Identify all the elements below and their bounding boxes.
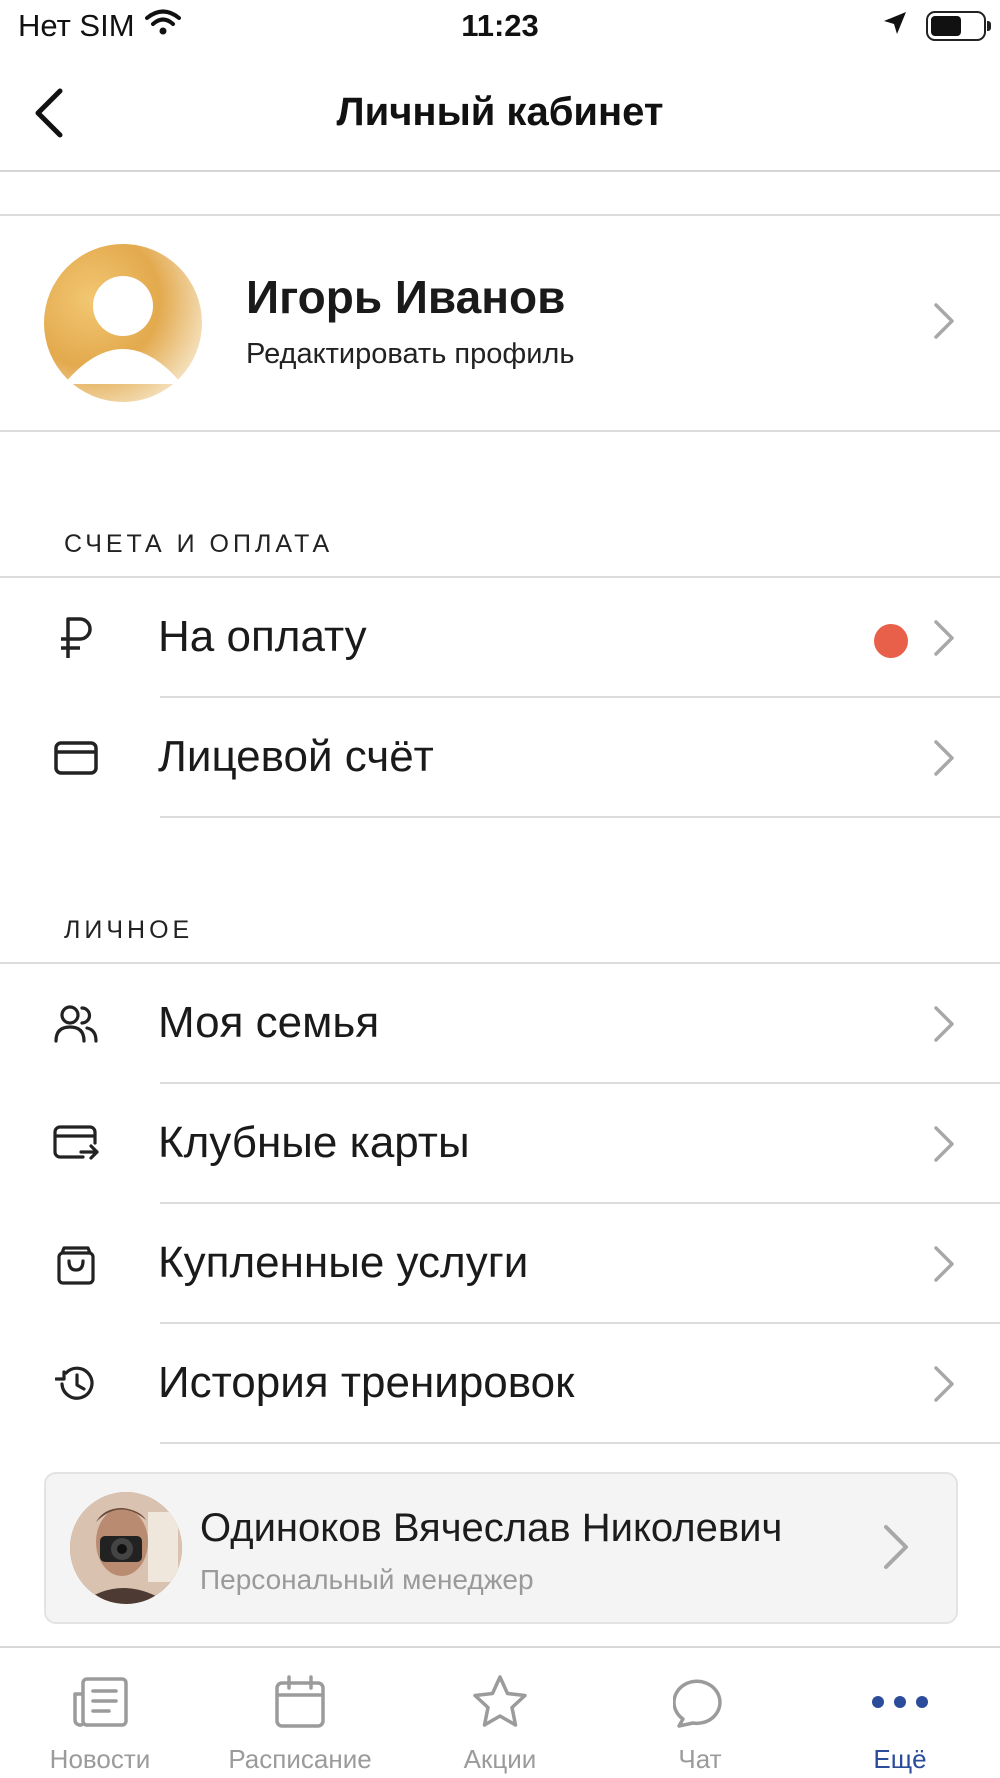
status-right (882, 10, 991, 41)
divider (160, 816, 1000, 818)
manager-name: Одиноков Вячеслав Николевич (200, 1506, 783, 1550)
manager-role: Персональный менеджер (200, 1564, 534, 1595)
more-icon (870, 1672, 930, 1732)
section-label-billing: СЧЕТА И ОПЛАТА (64, 530, 334, 558)
profile-row[interactable]: Игорь Иванов Редактировать профиль (0, 216, 1000, 430)
menu-item-label: Моя семья (158, 998, 380, 1047)
star-icon (470, 1672, 530, 1732)
card-icon (52, 736, 100, 780)
chevron-right-icon (924, 613, 964, 663)
menu-item-label: История тренировок (158, 1358, 575, 1407)
chevron-right-icon (924, 296, 964, 346)
tab-promotions[interactable]: Акции (400, 1648, 600, 1778)
chevron-right-icon (924, 999, 964, 1049)
menu-item-label: На оплату (158, 612, 367, 661)
section-label-personal: ЛИЧНОЕ (64, 916, 194, 944)
notification-badge (874, 624, 908, 658)
menu-item-club-cards[interactable]: Клубные карты (0, 1084, 1000, 1204)
chevron-right-icon (876, 1522, 916, 1572)
status-bar: Нет SIM 11:23 (0, 0, 1000, 56)
tab-news[interactable]: Новости (0, 1648, 200, 1778)
personal-manager-card[interactable]: Одиноков Вячеслав Николевич Персональный… (44, 1472, 958, 1624)
menu-item-training-history[interactable]: История тренировок (0, 1324, 1000, 1444)
history-icon (52, 1362, 100, 1406)
menu-item-purchased-services[interactable]: Купленные услуги (0, 1204, 1000, 1324)
page-title: Личный кабинет (336, 90, 664, 134)
chevron-right-icon (924, 1359, 964, 1409)
people-icon (52, 1002, 100, 1046)
divider (160, 1442, 1000, 1444)
chevron-right-icon (924, 733, 964, 783)
manager-avatar (70, 1492, 182, 1604)
tab-label: Расписание (228, 1744, 372, 1774)
menu-item-label: Клубные карты (158, 1118, 470, 1167)
battery-icon (926, 10, 991, 41)
bag-icon (52, 1242, 100, 1286)
menu-item-label: Купленные услуги (158, 1238, 529, 1287)
menu-item-payment-due[interactable]: На оплату (0, 578, 1000, 698)
avatar (44, 244, 202, 402)
profile-name: Игорь Иванов (246, 271, 566, 323)
menu-item-personal-account[interactable]: Лицевой счёт (0, 698, 1000, 818)
tab-bar: Новости Расписание Акции Чат Ещё (0, 1646, 1000, 1778)
tab-label: Новости (49, 1744, 151, 1774)
edit-profile-link: Редактировать профиль (246, 338, 575, 370)
location-arrow-icon (882, 10, 908, 41)
tab-label: Акции (463, 1744, 537, 1774)
status-time: 11:23 (461, 8, 539, 43)
nav-bar: Личный кабинет (0, 56, 1000, 172)
tab-label: Чат (678, 1744, 722, 1774)
chevron-right-icon (924, 1239, 964, 1289)
menu-item-label: Лицевой счёт (158, 732, 434, 781)
chevron-right-icon (924, 1119, 964, 1169)
calendar-icon (270, 1672, 330, 1732)
chat-icon (670, 1672, 730, 1732)
ruble-icon (52, 616, 100, 660)
club-card-icon (52, 1122, 100, 1166)
tab-schedule[interactable]: Расписание (200, 1648, 400, 1778)
tab-more[interactable]: Ещё (800, 1648, 1000, 1778)
menu-item-family[interactable]: Моя семья (0, 964, 1000, 1084)
tab-chat[interactable]: Чат (600, 1648, 800, 1778)
tab-label: Ещё (873, 1744, 927, 1774)
news-icon (70, 1672, 130, 1732)
divider (0, 430, 1000, 432)
